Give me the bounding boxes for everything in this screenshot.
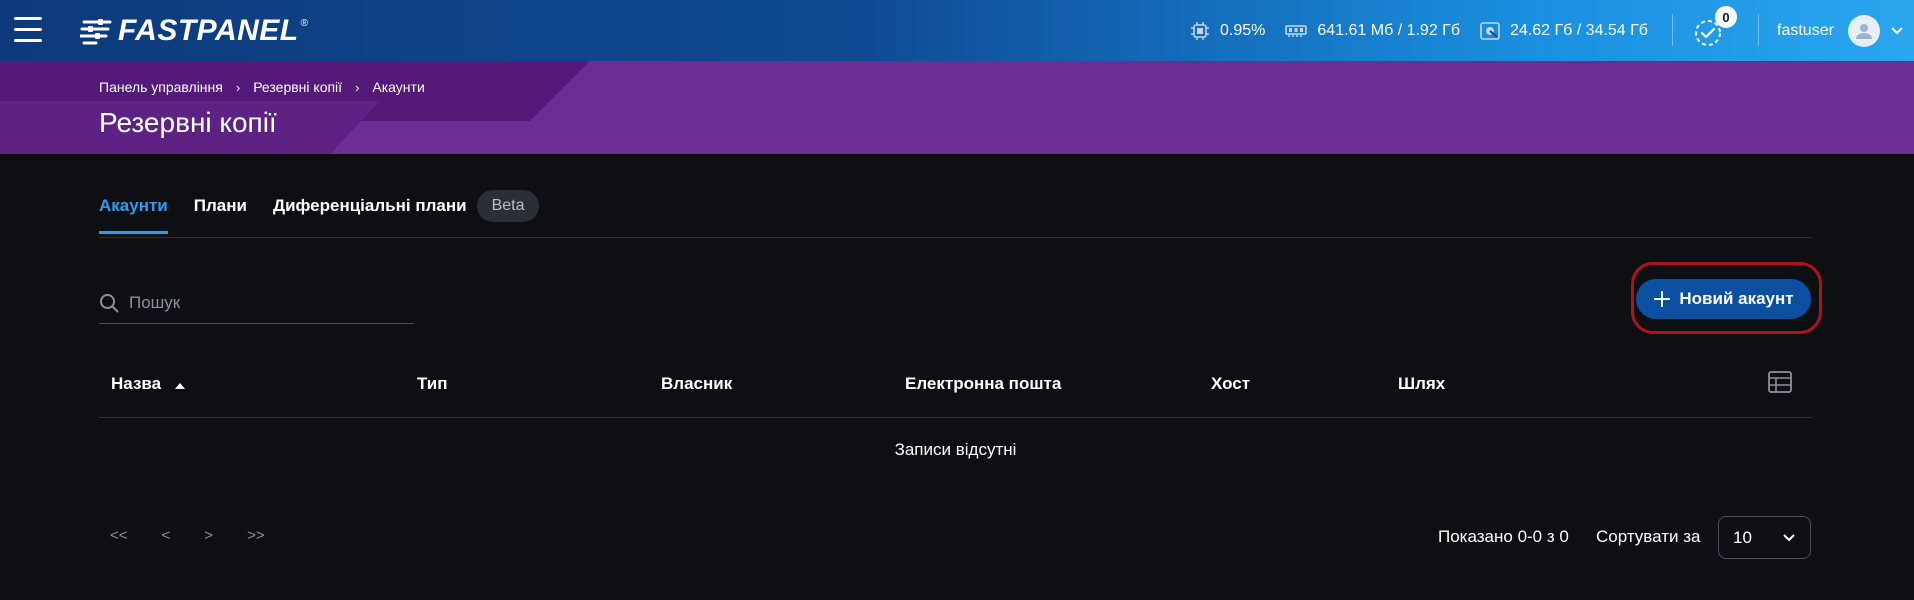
memory-icon [1285, 24, 1308, 37]
new-account-button[interactable]: Новий акаунт [1636, 279, 1811, 319]
column-header-owner[interactable]: Власник [661, 374, 732, 394]
avatar [1847, 14, 1880, 47]
divider [1758, 14, 1759, 46]
search-box [99, 282, 414, 324]
column-header-path[interactable]: Шлях [1398, 374, 1445, 394]
memory-stat: 641.61 Мб / 1.92 Гб [1285, 22, 1460, 40]
pagination: << < > >> [110, 527, 299, 544]
column-header-email[interactable]: Електронна пошта [905, 374, 1061, 394]
user-menu[interactable]: fastuser [1777, 0, 1904, 61]
next-page-button[interactable]: > [204, 527, 213, 544]
top-bar: FASTPANEL ® 0.95% 641.61 Мб / 1.92 Гб 24… [0, 0, 1914, 61]
chevron-right-icon: › [355, 79, 360, 95]
first-page-button[interactable]: << [110, 527, 128, 544]
table-columns-icon[interactable] [1768, 371, 1792, 393]
beta-badge: Beta [476, 190, 540, 222]
disk-value: 24.62 Гб / 34.54 Гб [1510, 21, 1648, 39]
disk-stat: 24.62 Гб / 34.54 Гб [1480, 22, 1648, 40]
column-header-host[interactable]: Хост [1211, 374, 1250, 394]
new-account-label: Новий акаунт [1679, 289, 1794, 308]
brand-name: FASTPANEL [118, 14, 299, 47]
tab-bar: Акаунти Плани Диференціальні плани Beta [99, 184, 1812, 238]
disk-icon [1480, 21, 1500, 40]
breadcrumb: Панель управління › Резервні копії › Ака… [99, 79, 425, 95]
plus-icon [1654, 291, 1671, 307]
chevron-down-icon [1783, 533, 1795, 541]
prev-page-button[interactable]: < [162, 527, 171, 544]
last-page-button[interactable]: >> [247, 527, 265, 544]
cpu-icon [1191, 21, 1209, 40]
chevron-down-icon [1891, 26, 1903, 34]
page-size-value: 10 [1733, 527, 1752, 547]
column-header-type[interactable]: Тип [417, 374, 447, 394]
memory-value: 641.61 Мб / 1.92 Гб [1317, 21, 1460, 39]
username: fastuser [1777, 21, 1834, 39]
logo-icon [80, 19, 112, 45]
notifications-badge: 0 [1715, 6, 1737, 28]
chevron-right-icon: › [235, 79, 241, 95]
breadcrumb-item[interactable]: Панель управління [99, 79, 223, 95]
column-header-name[interactable]: Назва [111, 374, 185, 394]
empty-state: Записи відсутні [894, 440, 1017, 459]
notifications-button[interactable]: 0 [1693, 6, 1737, 52]
divider [1672, 14, 1673, 46]
tab-differential-plans[interactable]: Диференціальні плани [273, 184, 467, 233]
cpu-stat: 0.95% [1190, 21, 1265, 41]
search-input[interactable] [129, 292, 399, 313]
page-title: Резервні копії [99, 107, 277, 138]
logo[interactable]: FASTPANEL ® [80, 14, 308, 48]
breadcrumb-item-current: Акаунти [372, 79, 425, 95]
cpu-value: 0.95% [1220, 21, 1266, 39]
page-size-select[interactable]: 10 [1718, 516, 1811, 559]
search-icon [100, 293, 119, 312]
column-header-label: Назва [111, 374, 162, 393]
tab-plans[interactable]: Плани [194, 184, 247, 233]
brand-reg: ® [300, 17, 308, 29]
system-stats: 0.95% 641.61 Мб / 1.92 Гб 24.62 Гб / 34.… [1190, 0, 1668, 61]
sort-up-icon [174, 383, 185, 389]
page-header: Панель управління › Резервні копії › Ака… [0, 61, 1914, 154]
page-size-label: Сортувати за [1596, 527, 1701, 546]
table-header: Назва Тип Власник Електронна пошта Хост … [99, 358, 1812, 418]
menu-icon[interactable] [14, 17, 42, 43]
breadcrumb-item[interactable]: Резервні копії [253, 79, 342, 95]
records-shown: Показано 0-0 з 0 [1438, 527, 1569, 546]
user-icon [1855, 23, 1872, 39]
tab-accounts[interactable]: Акаунти [99, 184, 168, 234]
